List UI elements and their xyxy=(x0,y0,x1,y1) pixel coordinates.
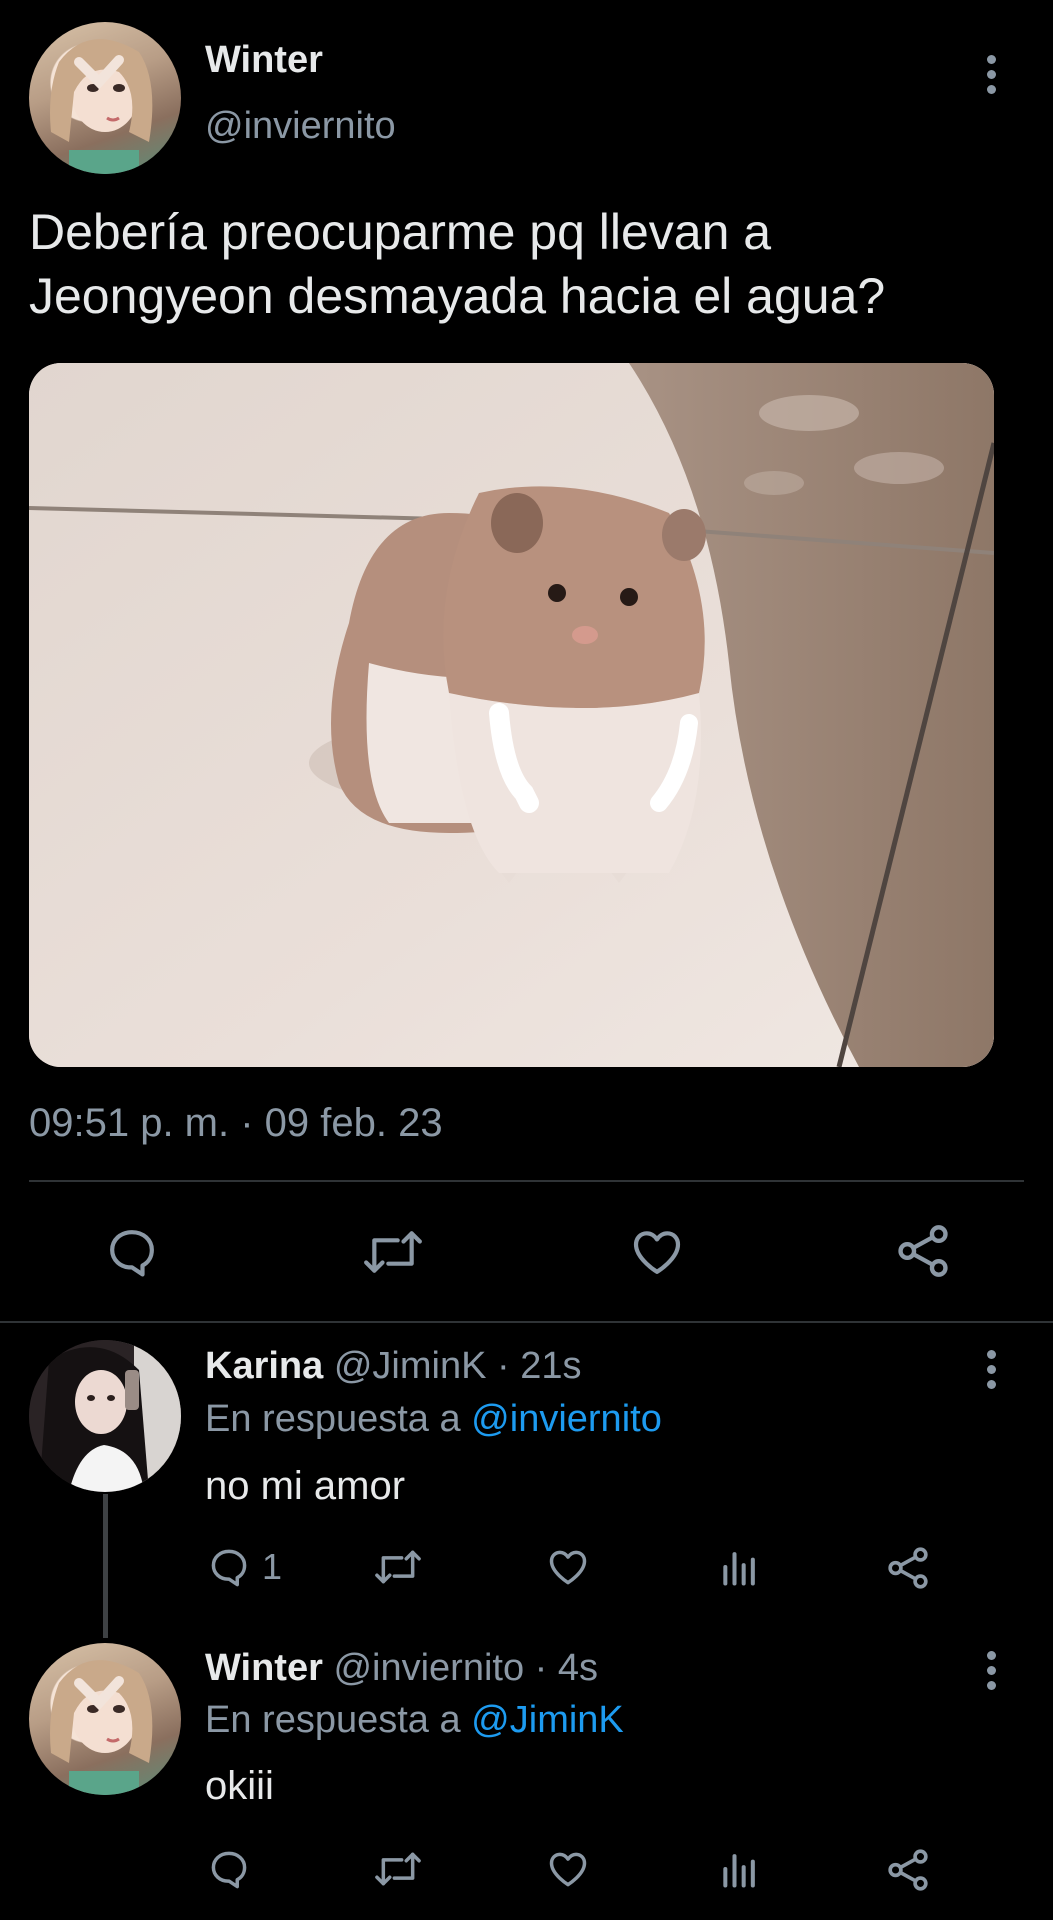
reply-to-handle[interactable]: @inviernito xyxy=(471,1398,662,1440)
retweet-icon[interactable] xyxy=(373,1545,423,1589)
reply-header: Winter @inviernito · 4s xyxy=(205,1645,598,1691)
tweet-media-image[interactable] xyxy=(29,363,994,1067)
reply-avatar[interactable] xyxy=(29,1340,181,1492)
reply-text: okiii xyxy=(205,1764,274,1808)
reply-avatar[interactable] xyxy=(29,1643,181,1795)
tweet-timestamp[interactable]: 09:51 p. m. · 09 feb. 23 xyxy=(29,1100,443,1146)
more-options-icon[interactable] xyxy=(985,1651,997,1690)
tweet-text-line: Debería preocuparme pq llevan a xyxy=(29,204,772,260)
reply-author-name[interactable]: Karina xyxy=(205,1345,323,1387)
avatar-image xyxy=(50,1660,153,1795)
reply-author-meta[interactable]: @JiminK · 21s xyxy=(334,1345,582,1387)
share-icon[interactable] xyxy=(885,1545,931,1591)
reply-to-handle[interactable]: @JiminK xyxy=(471,1699,624,1741)
share-icon[interactable] xyxy=(885,1847,931,1893)
divider xyxy=(29,1180,1024,1182)
author-handle[interactable]: @inviernito xyxy=(205,104,396,148)
reply-count: 1 xyxy=(262,1546,283,1587)
author-avatar[interactable] xyxy=(29,22,181,174)
retweet-icon[interactable] xyxy=(362,1224,424,1280)
reply-to-line: En respuesta a @inviernito xyxy=(205,1396,662,1442)
tweet-text: Debería preocuparme pq llevan a Jeongyeo… xyxy=(29,200,1019,328)
like-icon[interactable] xyxy=(545,1545,591,1589)
analytics-icon[interactable] xyxy=(718,1847,762,1891)
more-options-icon[interactable] xyxy=(985,55,997,94)
reply-to-prefix: En respuesta a xyxy=(205,1398,461,1440)
reply-text: no mi amor xyxy=(205,1464,406,1508)
author-name[interactable]: Winter xyxy=(205,38,323,82)
thread-connector xyxy=(103,1494,108,1638)
reply-header: Karina @JiminK · 21s xyxy=(205,1343,581,1389)
like-icon[interactable] xyxy=(545,1847,591,1891)
reply-icon[interactable] xyxy=(207,1847,251,1891)
tweet-text-line: Jeongyeon desmayada hacia el agua? xyxy=(29,268,886,324)
avatar-image xyxy=(29,1340,181,1492)
reply-icon[interactable] xyxy=(207,1545,251,1589)
reply-author-meta[interactable]: @inviernito · 4s xyxy=(333,1647,598,1689)
avatar-image xyxy=(50,39,153,174)
reply-author-name[interactable]: Winter xyxy=(205,1647,323,1689)
divider xyxy=(0,1321,1053,1323)
retweet-icon[interactable] xyxy=(373,1847,423,1891)
more-options-icon[interactable] xyxy=(985,1350,997,1389)
like-icon[interactable] xyxy=(628,1224,686,1280)
hamster-photo xyxy=(29,363,994,1067)
share-icon[interactable] xyxy=(894,1222,952,1280)
reply-to-prefix: En respuesta a xyxy=(205,1699,461,1741)
reply-to-line: En respuesta a @JiminK xyxy=(205,1697,624,1743)
reply-icon[interactable] xyxy=(104,1224,160,1280)
analytics-icon[interactable] xyxy=(718,1545,762,1589)
